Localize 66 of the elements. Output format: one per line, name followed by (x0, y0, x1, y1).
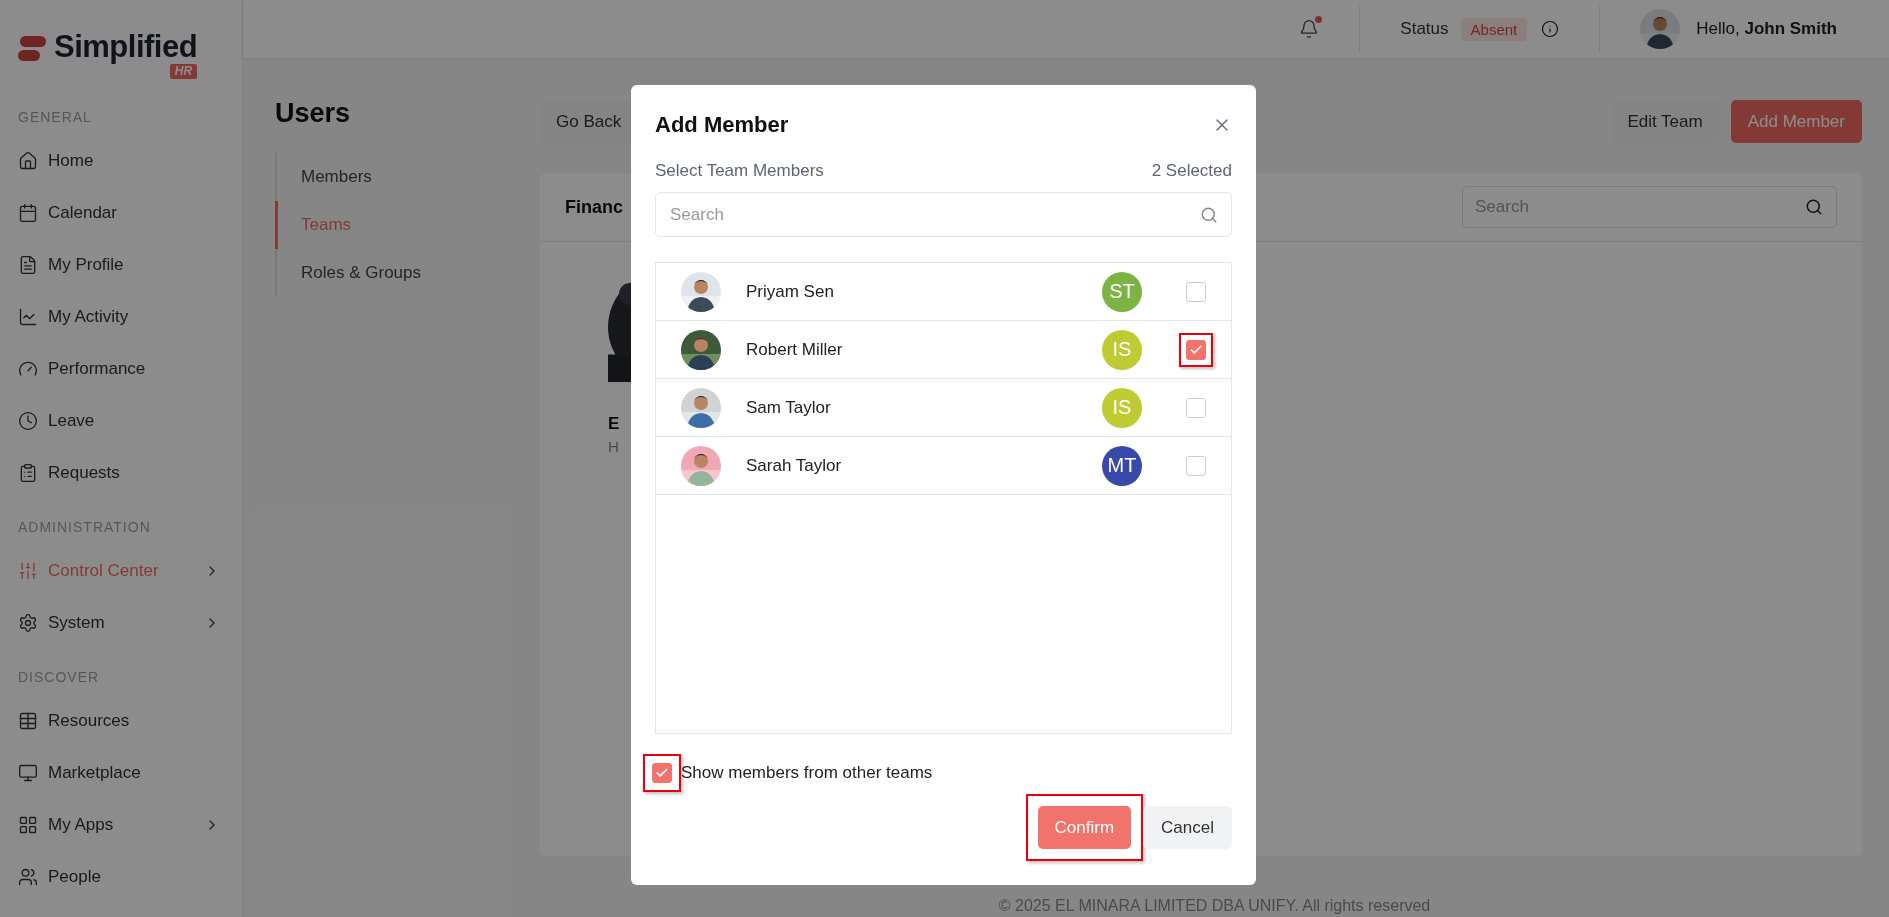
member-name: E (608, 414, 620, 434)
search-field[interactable]: Search (655, 192, 1232, 237)
footer-text: © 2025 EL MINARA LIMITED DBA UNIFY. All rights reserved (997, 897, 1432, 915)
search-icon (1805, 198, 1823, 216)
line-chart-icon (18, 307, 38, 327)
team-title: Financ (565, 196, 623, 218)
logo-text: Simplified (54, 30, 198, 64)
calendar-icon (18, 203, 38, 223)
checkbox[interactable] (1186, 455, 1206, 476)
settings-icon (18, 613, 38, 633)
member-row[interactable]: Sam Taylor IS (656, 379, 1231, 437)
clock-icon (18, 411, 38, 431)
checkbox[interactable] (652, 763, 672, 783)
check-icon (655, 766, 669, 780)
sidebar-item[interactable]: System (18, 597, 242, 649)
clipboard-icon (18, 463, 38, 483)
member-row[interactable]: Robert Miller IS (656, 321, 1231, 379)
cancel-button[interactable]: Cancel (1143, 806, 1232, 849)
initials-avatar: ST (1102, 271, 1142, 312)
member-role: H (608, 438, 619, 455)
sidebar-item[interactable]: Calendar (18, 187, 242, 239)
logo-badge: HR (169, 64, 198, 79)
checkbox[interactable] (1186, 339, 1206, 360)
checkbox-label: Show members from other teams (681, 763, 933, 783)
status-badge: Absent (1460, 17, 1528, 41)
member-row[interactable]: Sarah Taylor MT (656, 437, 1231, 495)
section-heading: DISCOVER (18, 669, 101, 685)
dialog-subtitle: Select Team Members (655, 161, 824, 181)
sidebar-item[interactable]: Performance (18, 343, 242, 395)
table-icon (18, 711, 38, 731)
selected-count: 2 Selected (1151, 161, 1232, 181)
checkbox[interactable] (1186, 397, 1206, 418)
user-greeting: Hello, John Smith (1696, 19, 1837, 39)
sidebar-item[interactable]: Resources (18, 695, 242, 747)
sidebar-item[interactable]: My Apps (18, 799, 242, 851)
status-label: Status (1400, 19, 1449, 39)
sidebar-item[interactable]: Marketplace (18, 747, 242, 799)
notification-button[interactable] (1299, 19, 1320, 39)
member-row[interactable]: Priyam Sen ST (656, 263, 1231, 321)
sidebar-item[interactable]: My Activity (18, 291, 242, 343)
initials-avatar: IS (1102, 387, 1142, 428)
sidebar-item[interactable]: My Profile (18, 239, 242, 291)
search-icon (1200, 205, 1218, 224)
home-icon (18, 151, 38, 171)
initials-avatar: MT (1102, 445, 1142, 486)
sidebar-item[interactable]: Requests (18, 447, 242, 499)
confirm-button[interactable]: Confirm (1037, 806, 1132, 849)
document-icon (18, 255, 38, 275)
sidebar-item[interactable]: Home (18, 135, 242, 187)
page-title: Users (275, 98, 352, 129)
sidebar-item[interactable]: Leave (18, 395, 242, 447)
logo-icon (18, 36, 48, 62)
search-field[interactable]: Search (1462, 186, 1837, 228)
nav-tab[interactable]: Roles & Groups (275, 249, 540, 297)
sliders-icon (18, 561, 38, 581)
initials-avatar: IS (1102, 329, 1142, 370)
monitor-icon (18, 763, 38, 783)
section-heading: ADMINISTRATION (18, 519, 152, 535)
section-heading: GENERAL (18, 109, 93, 125)
dialog-title: Add Member (655, 112, 789, 138)
people-icon (18, 867, 38, 887)
nav-tab[interactable]: Members (275, 153, 540, 201)
info-icon[interactable] (1541, 20, 1560, 38)
grid-icon (18, 815, 38, 835)
sidebar-item[interactable]: People (18, 851, 242, 903)
checkbox[interactable] (1186, 281, 1206, 302)
